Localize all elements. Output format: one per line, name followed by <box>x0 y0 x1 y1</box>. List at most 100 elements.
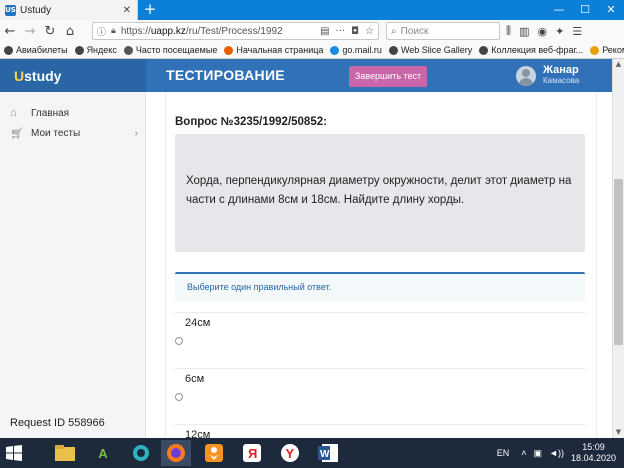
firefox-icon[interactable] <box>161 440 191 466</box>
tab-close-icon[interactable]: ✕ <box>123 5 131 16</box>
svg-text:Я: Я <box>248 446 257 461</box>
logo-area: Ustudy <box>0 59 146 92</box>
browser-toolbar: ⫼ ▥ ◉ ✦ ☰ <box>506 22 582 40</box>
bookmark-item[interactable]: Рекомендуемые сайты <box>590 45 624 55</box>
odnoklassniki-icon[interactable] <box>199 440 229 466</box>
bookmark-globe-icon <box>74 45 84 55</box>
close-window-icon[interactable]: ✕ <box>598 0 624 20</box>
bookmark-globe-icon <box>4 45 13 55</box>
site-favicon-icon: US <box>5 4 16 16</box>
bookmark-globe-icon <box>388 45 398 55</box>
url-actions: ▤ ··· ◘ ☆ <box>320 26 378 37</box>
forward-icon[interactable]: → <box>20 24 40 39</box>
answer-label[interactable]: 12см <box>185 429 210 438</box>
windows-start-icon[interactable] <box>6 445 22 461</box>
user-surname: Камасова <box>543 76 580 85</box>
new-tab-button[interactable]: + <box>141 1 159 19</box>
sidebar: ⌂ Главная 🛒︎ Мои тесты › Request ID 5589… <box>0 92 146 438</box>
site-header: Ustudy ТЕСТИРОВАНИЕ Жанар Камасова <box>0 59 612 92</box>
home-icon: ⌂ <box>10 107 17 119</box>
question-text: Хорда, перпендикулярная диаметру окружно… <box>175 134 585 252</box>
menu-icon[interactable]: ☰ <box>572 25 582 38</box>
cart-icon: 🛒︎ <box>10 128 24 140</box>
sidebar-item-label: Мои тесты <box>31 128 81 139</box>
question-title: Вопрос №3235/1992/50852: <box>175 116 327 128</box>
home-button-icon[interactable]: ⌂ <box>60 24 80 39</box>
tray-chevron-icon[interactable]: ˄ <box>521 448 526 458</box>
scroll-up-icon[interactable]: ▲ <box>613 59 624 70</box>
chat-app-icon[interactable] <box>126 440 156 466</box>
answer-radio[interactable] <box>175 337 183 345</box>
search-placeholder: Поиск <box>400 25 429 37</box>
answer-radio[interactable] <box>175 393 183 401</box>
bookmark-item[interactable]: Начальная страница <box>224 45 323 55</box>
reload-icon[interactable]: ↻ <box>40 24 60 39</box>
bookmark-globe-icon <box>479 45 489 55</box>
minimize-icon[interactable]: — <box>546 0 572 20</box>
system-tray: EN ˄ ▣ ◄)) 15:09 18.04.2020 <box>497 438 624 468</box>
user-menu[interactable]: Жанар Камасова <box>516 59 579 92</box>
word-icon[interactable]: W <box>313 440 343 466</box>
pocket-icon[interactable]: ◘ <box>351 26 359 37</box>
sidebar-item-home[interactable]: ⌂ Главная <box>10 107 138 119</box>
svg-text:W: W <box>320 449 330 460</box>
bookmark-item[interactable]: Коллекция веб-фраг... <box>479 45 583 55</box>
bookmark-item[interactable]: go.mail.ru <box>330 45 382 55</box>
clock-date: 18.04.2020 <box>570 453 616 463</box>
language-indicator[interactable]: EN <box>497 448 510 458</box>
mail-icon <box>330 45 340 55</box>
answer-label[interactable]: 6см <box>185 373 204 385</box>
url-domain: uapp.kz <box>150 25 186 37</box>
site-logo[interactable]: Ustudy <box>14 68 61 84</box>
recommended-icon <box>590 45 600 55</box>
page-title: ТЕСТИРОВАНИЕ <box>166 67 285 83</box>
answer-option[interactable]: 24см <box>175 312 585 368</box>
file-explorer-icon[interactable] <box>50 440 80 466</box>
user-name: Жанар <box>543 64 579 76</box>
main-content: Вопрос №3235/1992/50852: Хорда, перпенди… <box>147 92 612 438</box>
maximize-icon[interactable]: ☐ <box>572 0 598 20</box>
gift-icon[interactable]: ✦ <box>555 25 564 38</box>
answer-option[interactable]: 12см <box>175 424 585 438</box>
search-icon: ⌕ <box>391 25 397 37</box>
search-input[interactable]: ⌕ Поиск <box>386 22 500 40</box>
bookmark-star-icon[interactable]: ☆ <box>365 26 374 37</box>
library-icon[interactable]: ⫼ <box>506 24 511 38</box>
address-bar[interactable]: ⓘ 🔒︎ https://uapp.kz/ru/Test/Process/199… <box>92 22 379 40</box>
bookmark-item[interactable]: Часто посещаемые <box>123 45 217 55</box>
url-path: /ru/Test/Process/1992 <box>185 25 283 37</box>
tab-title: Ustudy <box>20 4 52 16</box>
profile-icon[interactable]: ◉ <box>537 25 547 38</box>
finish-test-button[interactable]: Завершить тест <box>349 66 427 87</box>
bookmark-item[interactable]: Web Slice Gallery <box>388 45 472 55</box>
site-info-icon[interactable]: ⓘ <box>97 25 106 38</box>
gear-icon <box>123 45 133 55</box>
yandex-browser-icon[interactable]: Я <box>237 440 267 466</box>
sidebar-item-my-tests[interactable]: 🛒︎ Мои тесты › <box>10 127 138 140</box>
sidebar-item-label: Главная <box>31 107 70 119</box>
back-icon[interactable]: ← <box>0 24 20 39</box>
page-scrollbar[interactable]: ▲ ▼ <box>612 59 624 438</box>
url-text[interactable]: https://uapp.kz/ru/Test/Process/1992 <box>121 26 283 37</box>
browser-tab[interactable]: US Ustudy ✕ <box>0 0 138 20</box>
chevron-right-icon: › <box>134 128 138 139</box>
reader-view-icon[interactable]: ▤ <box>320 26 329 37</box>
bookmark-item[interactable]: Яндекс <box>74 45 117 55</box>
answer-label[interactable]: 24см <box>185 317 210 329</box>
app-a-icon[interactable]: A <box>88 440 118 466</box>
url-prefix: https:// <box>120 25 151 37</box>
scroll-thumb[interactable] <box>614 179 623 345</box>
avatar <box>516 65 536 86</box>
clock[interactable]: 15:09 18.04.2020 <box>571 442 616 464</box>
bookmark-item[interactable]: Авиабилеты <box>4 45 68 55</box>
lock-icon[interactable]: 🔒︎ <box>111 26 116 36</box>
svg-text:Y: Y <box>286 446 295 461</box>
sidebar-toggle-icon[interactable]: ▥ <box>519 25 529 38</box>
bookmarks-bar: Авиабилеты Яндекс Часто посещаемые Начал… <box>0 42 624 59</box>
yandex-icon[interactable]: Y <box>275 440 305 466</box>
answer-option[interactable]: 6см <box>175 368 585 424</box>
network-icon[interactable]: ▣ <box>534 448 543 459</box>
scroll-down-icon[interactable]: ▼ <box>613 427 624 438</box>
more-actions-icon[interactable]: ··· <box>336 26 346 37</box>
volume-icon[interactable]: ◄)) <box>549 448 564 458</box>
